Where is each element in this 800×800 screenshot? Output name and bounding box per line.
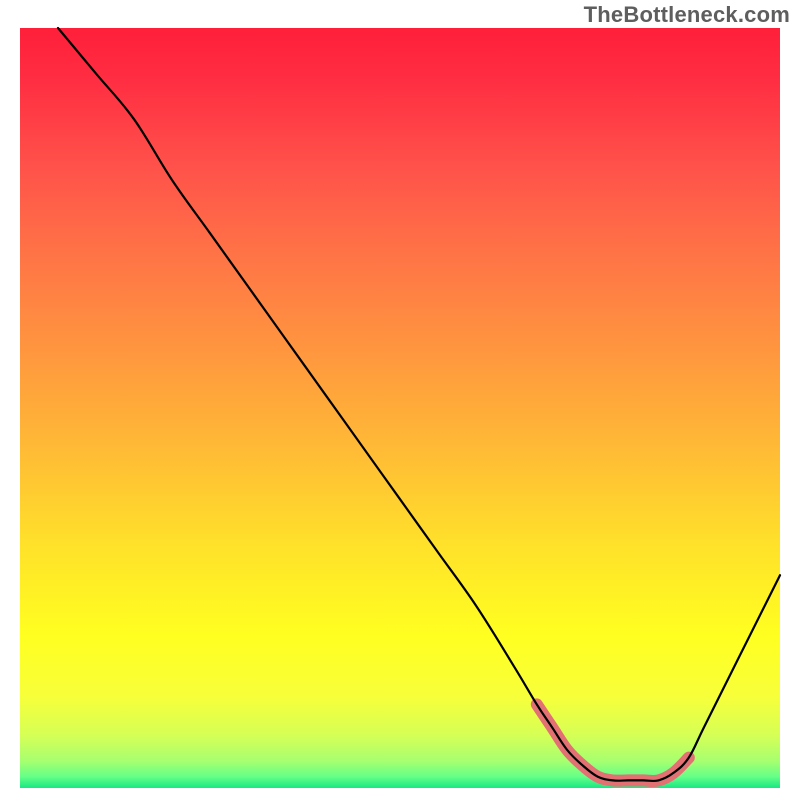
chart-container: TheBottleneck.com: [0, 0, 800, 800]
chart-svg: [0, 0, 800, 800]
gradient-background: [20, 28, 780, 788]
watermark-text: TheBottleneck.com: [584, 2, 790, 28]
